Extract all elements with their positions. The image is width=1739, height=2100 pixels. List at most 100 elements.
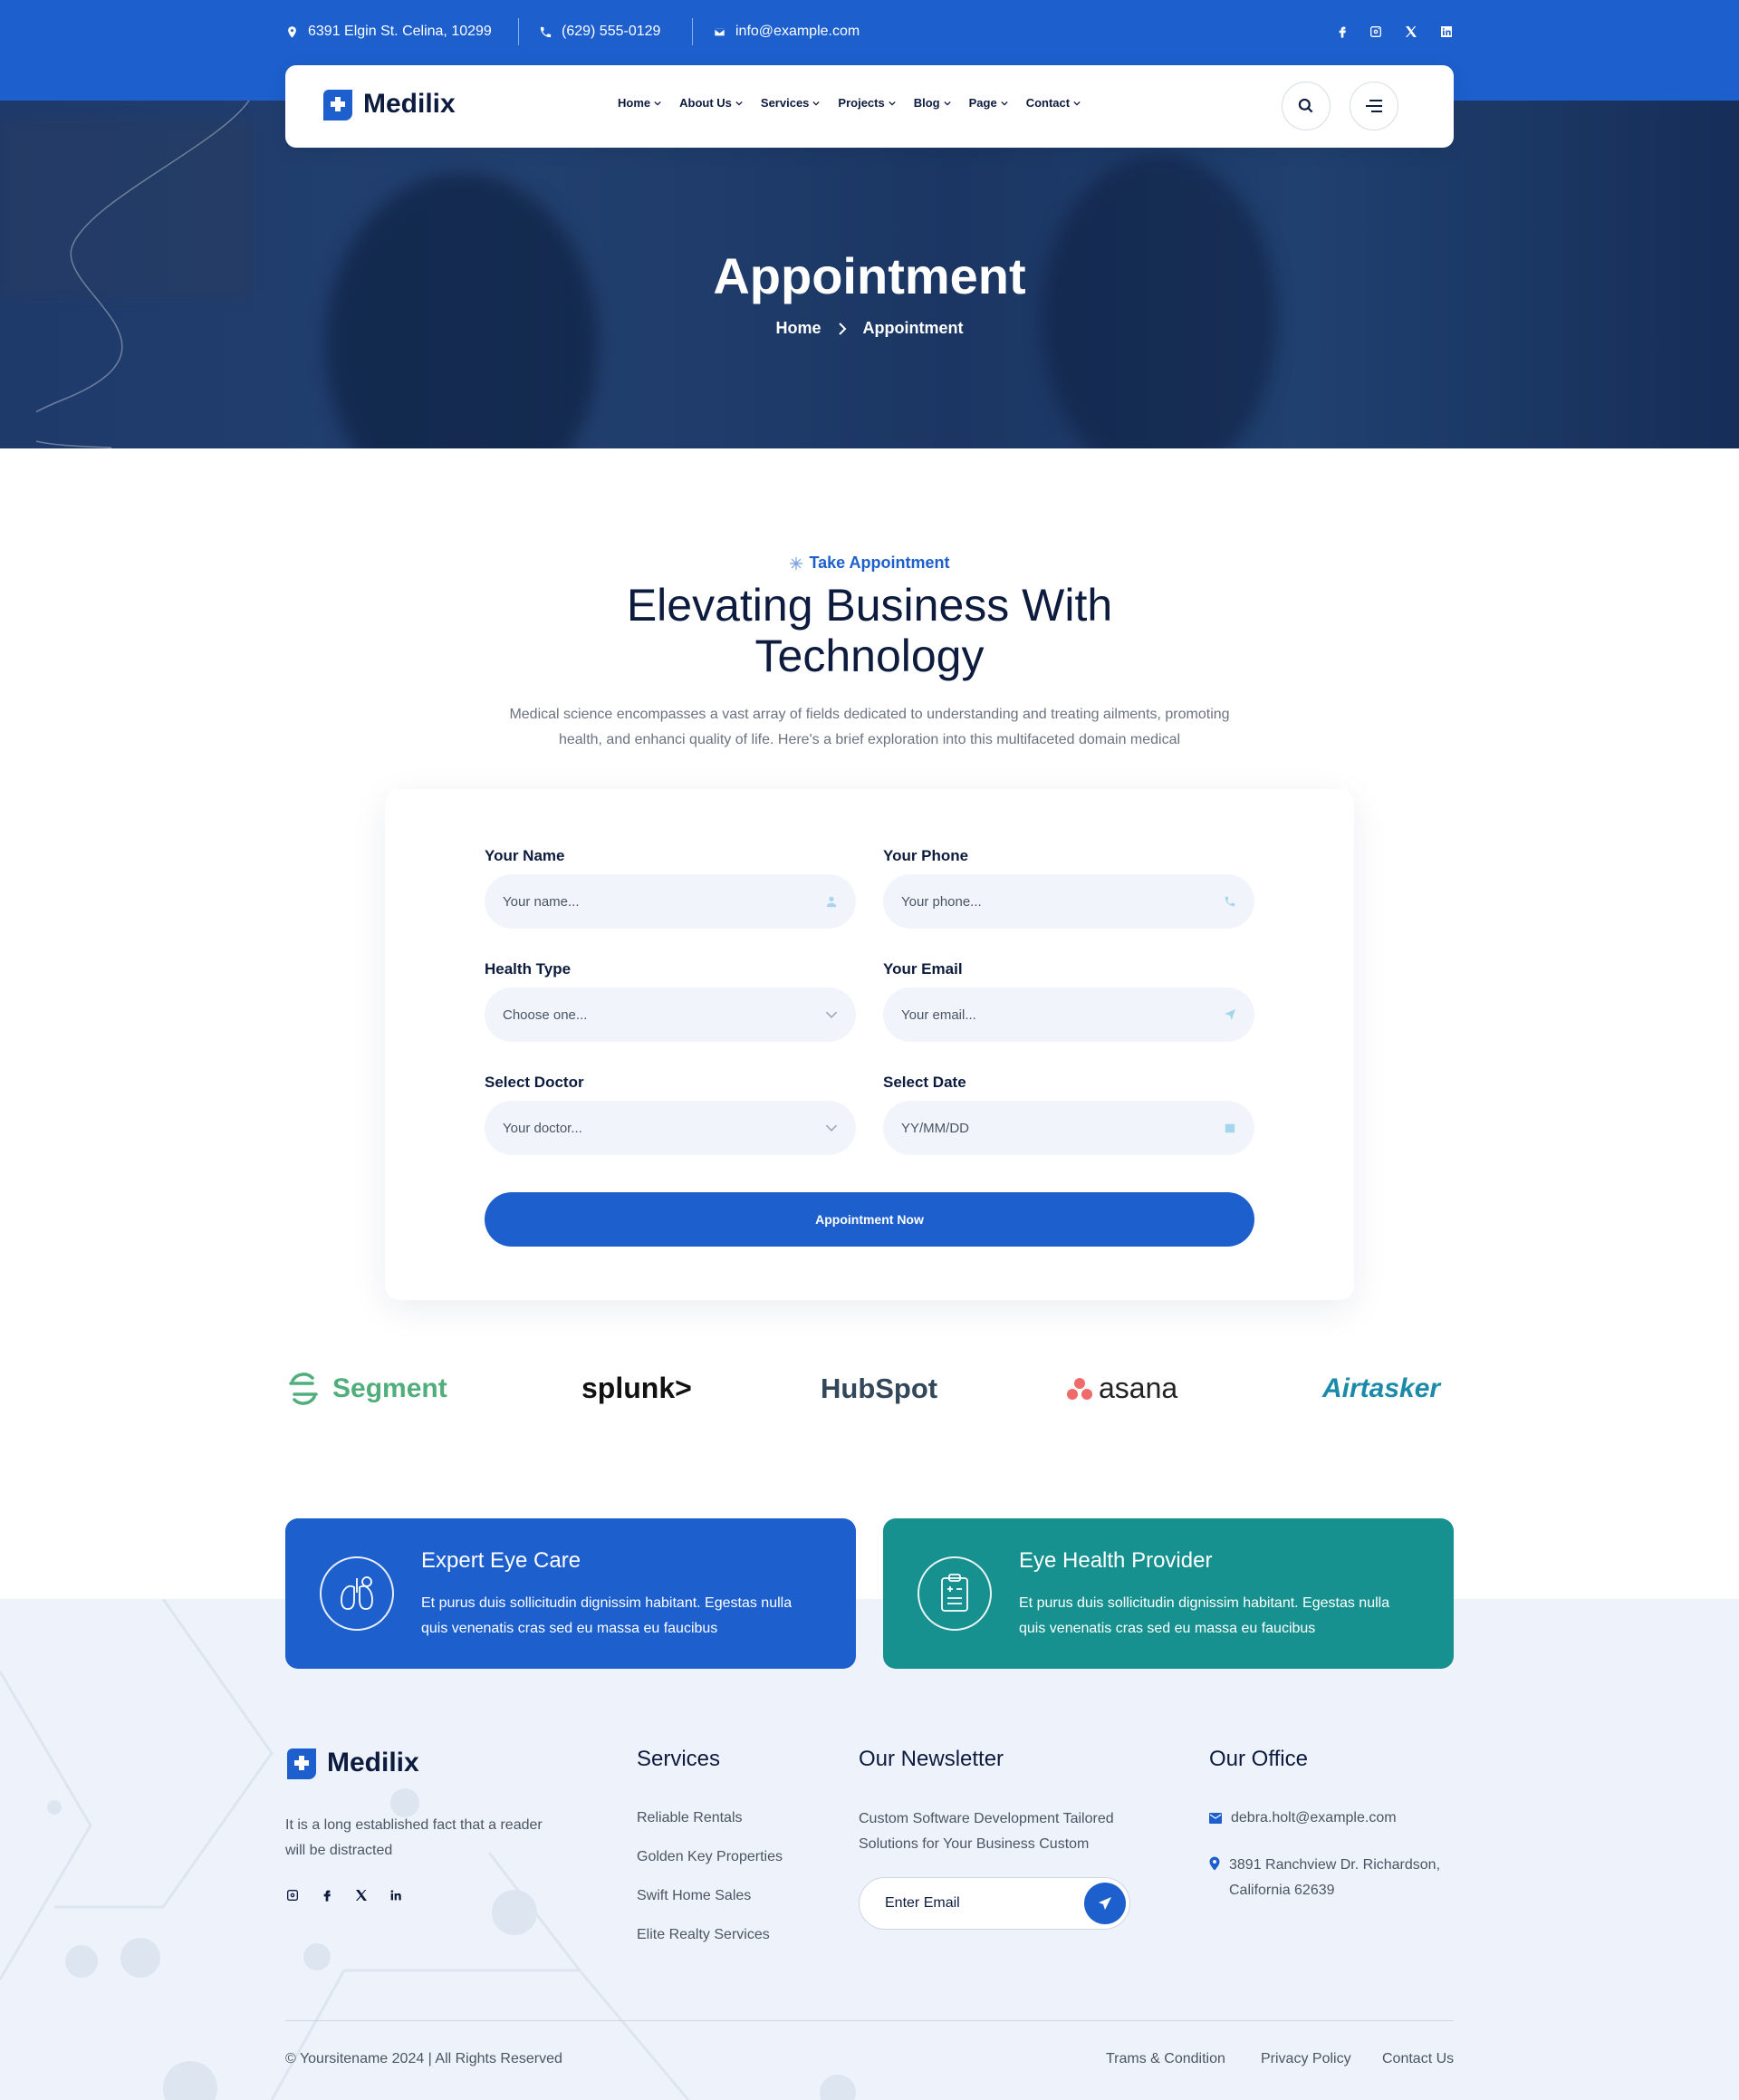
phone-input[interactable]: Your phone... <box>883 874 1254 929</box>
mail-icon <box>714 27 725 36</box>
card-title: Expert Eye Care <box>421 1548 581 1573</box>
linkedin-icon[interactable] <box>1436 22 1456 42</box>
mail-icon <box>1209 1813 1222 1824</box>
chevron-down-icon <box>654 101 661 106</box>
topbar-email[interactable]: info@example.com <box>713 22 860 42</box>
card-text: Et purus duis sollicitudin dignissim hab… <box>421 1595 793 1636</box>
brand-asana-logo: asana <box>1066 1368 1177 1409</box>
section-title: Elevating Business With Technology <box>626 580 1113 681</box>
email-label: Your Email <box>883 960 963 978</box>
topbar-address: 6391 Elgin St. Celina, 10299 <box>285 22 492 42</box>
email-input[interactable]: Your email... <box>883 987 1254 1042</box>
email-text: info@example.com <box>735 24 860 39</box>
instagram-icon[interactable] <box>1366 22 1386 42</box>
send-icon <box>1224 1008 1236 1021</box>
breadcrumb-home[interactable]: Home <box>776 319 821 338</box>
linkedin-icon[interactable] <box>389 1888 403 1903</box>
search-icon <box>1298 98 1313 113</box>
footer-service-link[interactable]: Reliable Rentals <box>637 1810 743 1826</box>
newsletter-heading: Our Newsletter <box>859 1747 1004 1771</box>
divider <box>518 18 519 45</box>
nav-projects[interactable]: Projects <box>838 96 896 110</box>
facebook-icon[interactable] <box>320 1888 334 1903</box>
nav-page[interactable]: Page <box>969 96 1008 110</box>
chevron-down-icon <box>1001 101 1008 106</box>
newsletter-text: Custom Software Development Tailored Sol… <box>859 1811 1114 1852</box>
lungs-icon <box>320 1556 394 1631</box>
footer-about: It is a long established fact that a rea… <box>285 1817 543 1858</box>
sparkle-icon <box>790 556 803 570</box>
name-label: Your Name <box>485 847 565 864</box>
location-pin-icon <box>288 25 296 38</box>
chevron-down-icon <box>889 101 896 106</box>
menu-button[interactable] <box>1350 82 1398 130</box>
facebook-icon[interactable] <box>1332 22 1352 42</box>
medical-cross-logo-icon <box>323 90 352 120</box>
section-description: Medical science encompasses a vast array… <box>509 707 1230 747</box>
phone-label: Your Phone <box>883 847 969 864</box>
footer-service-link[interactable]: Swift Home Sales <box>637 1888 751 1904</box>
contact-us-link[interactable]: Contact Us <box>1382 2051 1454 2067</box>
user-icon <box>826 896 837 908</box>
date-input[interactable]: YY/MM/DD <box>883 1101 1254 1155</box>
copyright-text: © Yoursitename 2024 | All Rights Reserve… <box>285 2051 562 2066</box>
instagram-icon[interactable] <box>285 1888 300 1903</box>
brand-name: Medilix <box>327 1748 419 1777</box>
brand-splunk-logo: splunk> <box>581 1372 692 1404</box>
phone-text: (629) 555-0129 <box>562 24 661 39</box>
chevron-down-icon <box>943 101 951 106</box>
office-heading: Our Office <box>1209 1747 1308 1771</box>
address-text: 6391 Elgin St. Celina, 10299 <box>308 24 492 39</box>
expert-eye-care-card[interactable]: Expert Eye Care Et purus duis sollicitud… <box>285 1518 856 1669</box>
medical-cross-logo-icon <box>287 1748 316 1779</box>
divider <box>692 18 693 45</box>
health-type-select[interactable]: Choose one... <box>485 987 856 1042</box>
newsletter-email-input[interactable]: Enter Email <box>859 1877 1130 1930</box>
asana-logo-icon <box>1067 1377 1092 1400</box>
topbar-phone[interactable]: (629) 555-0129 <box>539 22 660 42</box>
footer-brand-logo[interactable]: Medilix <box>285 1747 419 1779</box>
privacy-policy-link[interactable]: Privacy Policy <box>1261 2051 1351 2067</box>
nav-services[interactable]: Services <box>761 96 821 110</box>
name-input[interactable]: Your name... <box>485 874 856 929</box>
calendar-icon <box>1225 1123 1235 1133</box>
footer-social <box>285 1888 403 1903</box>
x-icon[interactable] <box>1401 22 1421 42</box>
office-email[interactable]: debra.holt@example.com <box>1209 1810 1397 1826</box>
page-title: Appointment <box>713 247 1026 304</box>
main-navbar: Medilix Home About Us Services Projects … <box>285 65 1454 148</box>
x-icon[interactable] <box>354 1888 369 1903</box>
brand-airtasker-logo: Airtasker <box>1322 1373 1441 1403</box>
brand-logo[interactable]: Medilix <box>322 88 456 120</box>
chevron-right-icon <box>838 322 846 335</box>
date-label: Select Date <box>883 1074 966 1091</box>
phone-icon <box>1225 896 1235 907</box>
breadcrumb: Home Appointment <box>0 319 1739 338</box>
nav-contact[interactable]: Contact <box>1026 96 1081 110</box>
brand-hubspot-logo: HubSpot <box>821 1372 938 1404</box>
newsletter-submit-button[interactable] <box>1084 1883 1126 1924</box>
chevron-down-icon <box>825 1011 838 1018</box>
phone-icon <box>540 26 552 37</box>
eye-health-provider-card[interactable]: Eye Health Provider Et purus duis sollic… <box>883 1518 1454 1669</box>
brand-name: Medilix <box>363 89 456 119</box>
nav-blog[interactable]: Blog <box>914 96 951 110</box>
services-heading: Services <box>637 1747 721 1771</box>
nav-menu: Home About Us Services Projects Blog Pag… <box>618 96 1099 110</box>
terms-link[interactable]: Trams & Condition <box>1106 2051 1225 2067</box>
appointment-submit-button[interactable]: Appointment Now <box>485 1192 1254 1247</box>
footer-service-link[interactable]: Elite Realty Services <box>637 1927 770 1943</box>
footer-service-link[interactable]: Golden Key Properties <box>637 1849 783 1865</box>
nav-home[interactable]: Home <box>618 96 661 110</box>
breadcrumb-current: Appointment <box>862 319 964 337</box>
send-icon <box>1099 1897 1111 1910</box>
doctor-select[interactable]: Your doctor... <box>485 1101 856 1155</box>
nav-about[interactable]: About Us <box>679 96 743 110</box>
chevron-down-icon <box>735 101 743 106</box>
location-pin-icon <box>1209 1856 1220 1871</box>
search-button[interactable] <box>1282 82 1331 130</box>
chevron-down-icon <box>825 1124 838 1132</box>
doctor-label: Select Doctor <box>485 1074 584 1091</box>
health-type-label: Health Type <box>485 960 572 978</box>
hamburger-menu-icon <box>1366 100 1382 112</box>
